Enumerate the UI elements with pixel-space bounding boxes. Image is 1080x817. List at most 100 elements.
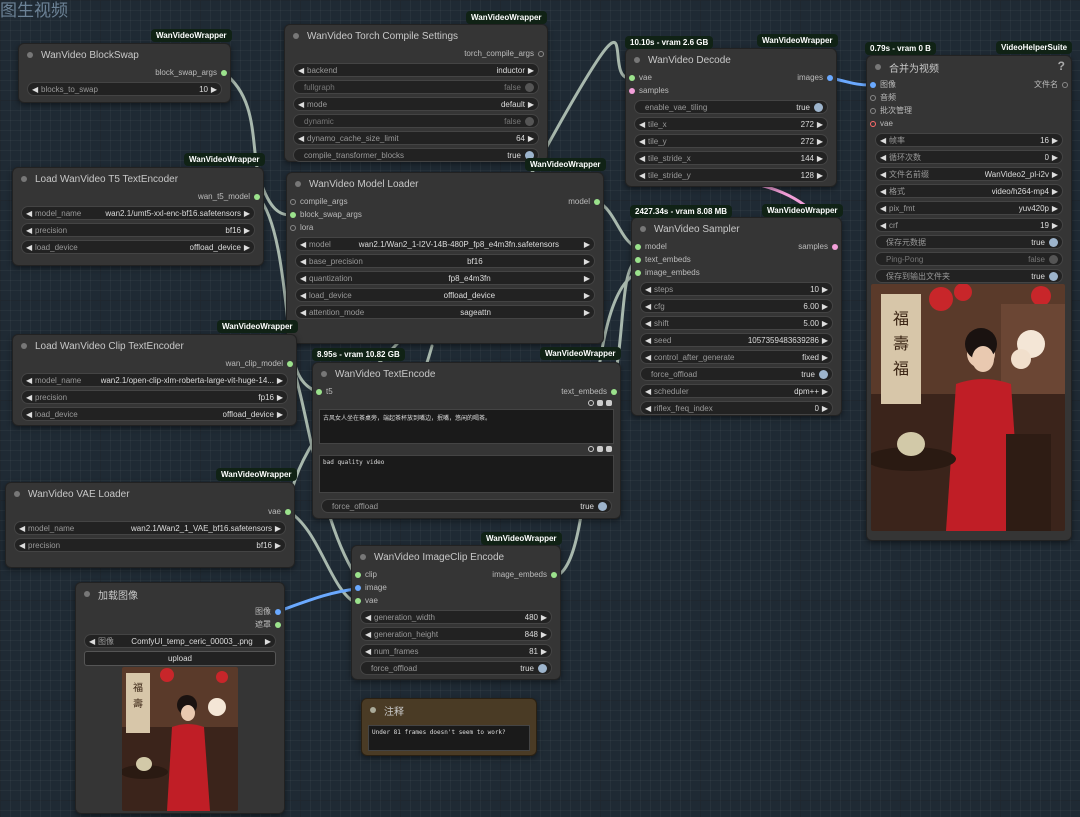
output-torch-compile-args[interactable]: torch_compile_args [285, 47, 547, 60]
arrow-right-icon[interactable]: ▶ [208, 85, 217, 94]
arrow-right-icon[interactable]: ▶ [819, 336, 828, 345]
output-socket-icon[interactable] [832, 243, 838, 250]
node-header[interactable]: WanVideo BlockSwap [19, 44, 230, 66]
node-decode[interactable]: WanVideo Decode vae samples images enabl… [625, 48, 837, 187]
circle-icon[interactable] [588, 400, 594, 406]
arrow-left-icon[interactable]: ◀ [365, 647, 374, 656]
output-text-embeds[interactable]: text_embeds [561, 385, 620, 398]
arrow-right-icon[interactable]: ▶ [819, 319, 828, 328]
input-socket-icon[interactable] [870, 120, 876, 127]
arrow-left-icon[interactable]: ◀ [645, 404, 654, 413]
arrow-right-icon[interactable]: ▶ [819, 387, 828, 396]
output-model[interactable]: model [568, 195, 603, 208]
output-socket-icon[interactable] [611, 388, 617, 395]
arrow-right-icon[interactable]: ▶ [262, 637, 271, 646]
toggle-icon[interactable] [538, 663, 547, 673]
collapse-dot-icon[interactable] [321, 371, 327, 377]
output-images[interactable]: images [797, 71, 836, 84]
speaker-icon[interactable] [606, 446, 612, 452]
arrow-right-icon[interactable]: ▶ [1049, 153, 1058, 162]
output-socket-icon[interactable] [827, 74, 833, 81]
node-t5-encoder[interactable]: Load WanVideo T5 TextEncoder wan_t5_mode… [12, 167, 264, 266]
arrow-right-icon[interactable]: ▶ [581, 291, 590, 300]
widget-tile-y[interactable]: ◀ tile_y 272 ▶ [634, 134, 828, 148]
widget-ping-pong[interactable]: Ping-Pong false [875, 252, 1063, 266]
arrow-right-icon[interactable]: ▶ [1049, 204, 1058, 213]
negative-prompt-input[interactable]: bad quality video [319, 455, 614, 493]
toggle-icon[interactable] [814, 102, 823, 112]
input-vae[interactable]: vae [352, 594, 560, 607]
arrow-left-icon[interactable]: ◀ [880, 153, 889, 162]
arrow-left-icon[interactable]: ◀ [26, 226, 35, 235]
widget-model-name[interactable]: ◀ model_name wan2.1/Wan2_1_VAE_bf16.safete… [14, 521, 286, 535]
input-audio[interactable]: 音频 [867, 91, 1071, 104]
collapse-dot-icon[interactable] [295, 181, 301, 187]
collapse-dot-icon[interactable] [21, 343, 27, 349]
node-header[interactable]: 注释 [362, 699, 536, 721]
node-header[interactable]: WanVideo ImageClip Encode [352, 546, 560, 568]
arrow-left-icon[interactable]: ◀ [298, 134, 307, 143]
collapse-dot-icon[interactable] [293, 33, 299, 39]
widget-generation-height[interactable]: ◀ generation_height 848 ▶ [360, 627, 552, 641]
widget-crf[interactable]: ◀ crf 19 ▶ [875, 218, 1063, 232]
node-text-encode[interactable]: WanVideo TextEncode t5 text_embeds 古风女人坐… [312, 362, 621, 519]
arrow-left-icon[interactable]: ◀ [19, 541, 28, 550]
arrow-right-icon[interactable]: ▶ [538, 613, 547, 622]
arrow-left-icon[interactable]: ◀ [19, 524, 28, 533]
widget-model-name[interactable]: ◀ model_name wan2.1/umt5-xxl-enc-bf16.safe… [21, 206, 255, 220]
toggle-icon[interactable] [1049, 237, 1058, 247]
input-socket-icon[interactable] [290, 211, 296, 218]
widget-[interactable]: ◀ 文件名前缀 WanVideo2_pl-i2v ▶ [875, 167, 1063, 181]
arrow-left-icon[interactable]: ◀ [89, 637, 98, 646]
arrow-right-icon[interactable]: ▶ [274, 393, 283, 402]
arrow-right-icon[interactable]: ▶ [814, 120, 823, 129]
arrow-right-icon[interactable]: ▶ [581, 240, 590, 249]
node-header[interactable]: WanVideo Decode [626, 49, 836, 71]
checkbox-icon[interactable] [597, 446, 603, 452]
widget-tile-stride-x[interactable]: ◀ tile_stride_x 144 ▶ [634, 151, 828, 165]
arrow-right-icon[interactable]: ▶ [581, 257, 590, 266]
widget-pix-fmt[interactable]: ◀ pix_fmt yuv420p ▶ [875, 201, 1063, 215]
node-header[interactable]: 加载图像 [76, 583, 284, 605]
arrow-right-icon[interactable]: ▶ [274, 410, 283, 419]
widget-base-precision[interactable]: ◀ base_precision bf16 ▶ [295, 254, 595, 268]
arrow-right-icon[interactable]: ▶ [814, 137, 823, 146]
input-samples[interactable]: samples [626, 84, 836, 97]
arrow-left-icon[interactable]: ◀ [639, 154, 648, 163]
input-socket-icon[interactable] [629, 87, 635, 94]
output-wan-clip-model[interactable]: wan_clip_model [13, 357, 296, 370]
input-compile-args[interactable]: compile_args [287, 195, 603, 208]
output-socket-icon[interactable] [538, 50, 544, 57]
arrow-right-icon[interactable]: ▶ [819, 404, 828, 413]
widget-fullgraph[interactable]: fullgraph false [293, 80, 539, 94]
widget-precision[interactable]: ◀ precision bf16 ▶ [14, 538, 286, 552]
output-block-swap-args[interactable]: block_swap_args [19, 66, 230, 79]
node-header[interactable]: Load WanVideo T5 TextEncoder [13, 168, 263, 190]
node-load-image[interactable]: 加载图像 图像 遮罩 ◀ 图像 ComfyUI_temp_ceric_00003_.… [75, 582, 285, 814]
node-vae-loader[interactable]: WanVideo VAE Loader vae ◀ model_name wan2.… [5, 482, 295, 568]
arrow-left-icon[interactable]: ◀ [300, 257, 309, 266]
arrow-right-icon[interactable]: ▶ [538, 647, 547, 656]
arrow-right-icon[interactable]: ▶ [525, 100, 534, 109]
output-socket-icon[interactable] [1062, 81, 1068, 88]
collapse-dot-icon[interactable] [360, 554, 366, 560]
arrow-left-icon[interactable]: ◀ [880, 170, 889, 179]
arrow-right-icon[interactable]: ▶ [1049, 170, 1058, 179]
input-socket-icon[interactable] [355, 584, 361, 591]
output-image[interactable]: 图像 [76, 605, 284, 618]
input-socket-icon[interactable] [629, 74, 635, 81]
arrow-left-icon[interactable]: ◀ [645, 387, 654, 396]
arrow-left-icon[interactable]: ◀ [300, 291, 309, 300]
input-text-embeds[interactable]: text_embeds [632, 253, 841, 266]
widget-tile-stride-y[interactable]: ◀ tile_stride_y 128 ▶ [634, 168, 828, 182]
widget-backend[interactable]: ◀ backend inductor ▶ [293, 63, 539, 77]
arrow-left-icon[interactable]: ◀ [365, 630, 374, 639]
arrow-left-icon[interactable]: ◀ [639, 120, 648, 129]
widget-generation-width[interactable]: ◀ generation_width 480 ▶ [360, 610, 552, 624]
input-socket-icon[interactable] [635, 269, 641, 276]
widget-attention-mode[interactable]: ◀ attention_mode sageattn ▶ [295, 305, 595, 319]
input-socket-icon[interactable] [316, 388, 322, 395]
output-socket-icon[interactable] [221, 69, 227, 76]
arrow-left-icon[interactable]: ◀ [880, 136, 889, 145]
arrow-right-icon[interactable]: ▶ [814, 154, 823, 163]
